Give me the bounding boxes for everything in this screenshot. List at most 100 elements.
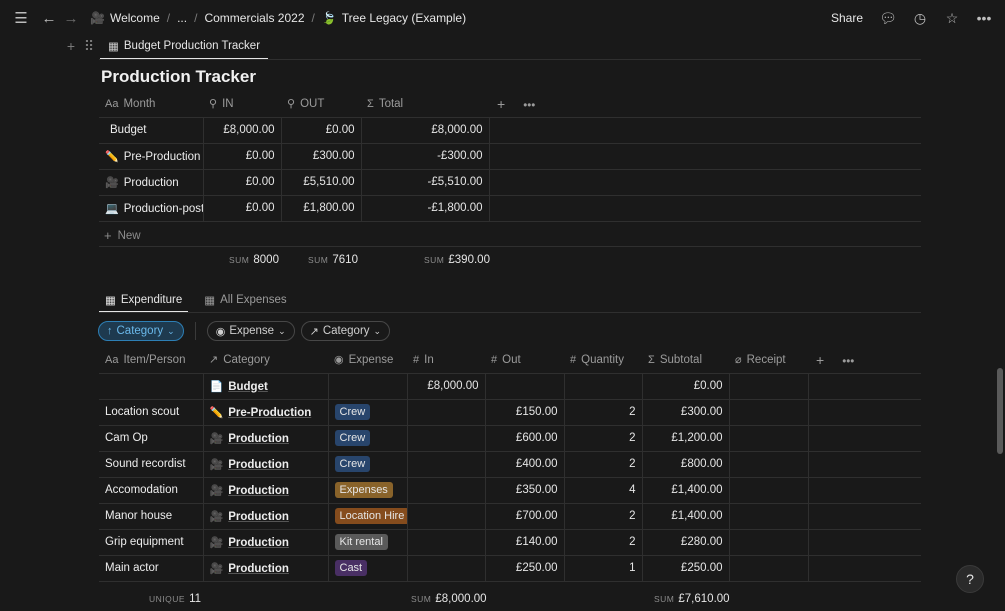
expense-tag[interactable]: Kit rental bbox=[334, 534, 388, 550]
quantity-cell[interactable]: 2 bbox=[564, 451, 643, 478]
expense-cell[interactable] bbox=[328, 373, 408, 400]
category-link[interactable]: Production bbox=[228, 433, 289, 445]
sum-subtotal-footer[interactable]: SUM £7,610.00 bbox=[654, 593, 730, 605]
category-cell[interactable]: 🎥 Production bbox=[203, 425, 329, 452]
receipt-cell[interactable] bbox=[729, 555, 809, 582]
table-row[interactable]: Sound recordist 🎥 Production Crew £400.00 2 £8… bbox=[99, 451, 921, 478]
category-cell[interactable]: 🎥 Production bbox=[203, 451, 329, 478]
unique-count[interactable]: UNIQUE 11 bbox=[149, 593, 201, 605]
sum-in[interactable]: SUM 8000 bbox=[229, 254, 279, 266]
clock-icon[interactable]: ◷ bbox=[909, 10, 931, 27]
receipt-cell[interactable] bbox=[729, 425, 809, 452]
new-row-button[interactable]: + New bbox=[104, 228, 141, 243]
expense-cell[interactable]: Crew bbox=[328, 451, 408, 478]
subtotal-cell[interactable]: £1,200.00 bbox=[642, 425, 730, 452]
more-icon[interactable]: ••• bbox=[973, 10, 995, 26]
in-cell[interactable] bbox=[407, 503, 486, 530]
column-header-month[interactable]: Aa Month bbox=[99, 91, 203, 118]
item-cell[interactable]: Accomodation bbox=[99, 477, 204, 504]
out-cell[interactable]: £1,800.00 bbox=[281, 195, 362, 222]
subtotal-cell[interactable]: £1,400.00 bbox=[642, 503, 730, 530]
item-cell[interactable] bbox=[99, 373, 204, 400]
column-header-expense[interactable]: ◉ Expense bbox=[328, 347, 407, 374]
total-cell[interactable]: -£5,510.00 bbox=[361, 169, 490, 196]
drag-handle-icon[interactable]: ⠿ bbox=[80, 38, 98, 55]
out-cell[interactable]: £600.00 bbox=[485, 425, 565, 452]
in-cell[interactable] bbox=[407, 399, 486, 426]
row-name-cell[interactable]: 🎥 Production bbox=[99, 169, 204, 196]
total-cell[interactable]: £8,000.00 bbox=[361, 117, 490, 144]
add-column-icon[interactable]: + bbox=[497, 96, 505, 112]
receipt-cell[interactable] bbox=[729, 477, 809, 504]
filter-category-pill[interactable]: ↗ Category ⌄ bbox=[300, 321, 391, 341]
back-arrow-icon[interactable]: ← bbox=[38, 10, 60, 27]
filter-expense-pill[interactable]: ◉ Expense ⌄ bbox=[206, 321, 295, 341]
tab-expenditure[interactable]: ▦ Expenditure bbox=[99, 288, 189, 313]
subtotal-cell[interactable]: £300.00 bbox=[642, 399, 730, 426]
receipt-cell[interactable] bbox=[729, 451, 809, 478]
tab-all-expenses[interactable]: ▦ All Expenses bbox=[198, 288, 292, 312]
out-cell[interactable]: £700.00 bbox=[485, 503, 565, 530]
quantity-cell[interactable]: 1 bbox=[564, 555, 643, 582]
category-link[interactable]: Production bbox=[228, 511, 289, 523]
in-cell[interactable]: £0.00 bbox=[203, 169, 282, 196]
column-header-subtotal[interactable]: Σ Subtotal bbox=[642, 347, 729, 374]
row-name-cell[interactable]: ✏️ Pre-Production bbox=[99, 143, 204, 170]
subtotal-cell[interactable]: £1,400.00 bbox=[642, 477, 730, 504]
out-cell[interactable]: £150.00 bbox=[485, 399, 565, 426]
total-cell[interactable]: -£300.00 bbox=[361, 143, 490, 170]
help-button[interactable]: ? bbox=[956, 565, 984, 593]
table-row[interactable]: Main actor 🎥 Production Cast £250.00 1 £250.00 bbox=[99, 555, 921, 582]
out-cell[interactable]: £400.00 bbox=[485, 451, 565, 478]
quantity-cell[interactable]: 2 bbox=[564, 425, 643, 452]
table-row[interactable]: Location scout ✏️ Pre-Production Crew £150.0… bbox=[99, 399, 921, 426]
breadcrumb-item-commercials[interactable]: Commercials 2022 bbox=[204, 11, 304, 25]
out-cell[interactable]: £5,510.00 bbox=[281, 169, 362, 196]
out-cell[interactable]: £0.00 bbox=[281, 117, 362, 144]
expense-cell[interactable]: Crew bbox=[328, 425, 408, 452]
expense-cell[interactable]: Expenses bbox=[328, 477, 408, 504]
quantity-cell[interactable]: 2 bbox=[564, 503, 643, 530]
subtotal-cell[interactable]: £0.00 bbox=[642, 373, 730, 400]
category-link[interactable]: Pre-Production bbox=[228, 407, 311, 419]
item-cell[interactable]: Cam Op bbox=[99, 425, 204, 452]
item-cell[interactable]: Main actor bbox=[99, 555, 204, 582]
receipt-cell[interactable] bbox=[729, 529, 809, 556]
expense-tag[interactable]: Crew bbox=[334, 404, 371, 420]
out-cell[interactable]: £300.00 bbox=[281, 143, 362, 170]
column-header-quantity[interactable]: # Quantity bbox=[564, 347, 642, 374]
out-cell[interactable]: £250.00 bbox=[485, 555, 565, 582]
add-column-icon[interactable]: + bbox=[816, 352, 824, 368]
share-button[interactable]: Share bbox=[831, 11, 863, 25]
sort-category-pill[interactable]: ↑ Category ⌄ bbox=[98, 321, 184, 341]
receipt-cell[interactable] bbox=[729, 399, 809, 426]
expense-tag[interactable]: Crew bbox=[334, 430, 371, 446]
expense-tag[interactable]: Location Hire bbox=[334, 508, 406, 524]
more-icon[interactable]: ••• bbox=[842, 356, 854, 368]
column-header-total[interactable]: Σ Total bbox=[361, 91, 489, 118]
in-cell[interactable]: £8,000.00 bbox=[203, 117, 282, 144]
in-cell[interactable] bbox=[407, 425, 486, 452]
item-cell[interactable]: Sound recordist bbox=[99, 451, 204, 478]
quantity-cell[interactable]: 4 bbox=[564, 477, 643, 504]
in-cell[interactable] bbox=[407, 477, 486, 504]
category-cell[interactable]: 🎥 Production bbox=[203, 503, 329, 530]
column-header-in[interactable]: ⚲ IN bbox=[203, 91, 281, 118]
expense-cell[interactable]: Kit rental bbox=[328, 529, 408, 556]
scrollbar[interactable] bbox=[997, 368, 1003, 454]
item-cell[interactable]: Grip equipment bbox=[99, 529, 204, 556]
column-header-out[interactable]: # Out bbox=[485, 347, 564, 374]
category-link[interactable]: Production bbox=[228, 537, 289, 549]
row-name-cell[interactable]: Budget bbox=[99, 117, 204, 144]
category-cell[interactable]: ✏️ Pre-Production bbox=[203, 399, 329, 426]
table-row[interactable]: 💻 Production-post £0.00 £1,800.00 -£1,800… bbox=[99, 195, 921, 222]
in-cell[interactable] bbox=[407, 529, 486, 556]
in-cell[interactable]: £0.00 bbox=[203, 195, 282, 222]
breadcrumb-item-ellipsis[interactable]: ... bbox=[177, 11, 187, 25]
table-row[interactable]: Cam Op 🎥 Production Crew £600.00 2 £1,200.00 bbox=[99, 425, 921, 452]
category-cell[interactable]: 📄 Budget bbox=[203, 373, 329, 400]
table-row[interactable]: Grip equipment 🎥 Production Kit rental £140.… bbox=[99, 529, 921, 556]
expense-tag[interactable]: Cast bbox=[334, 560, 368, 576]
table-row[interactable]: 🎥 Production £0.00 £5,510.00 -£5,510.00 bbox=[99, 169, 921, 196]
table-row[interactable]: Accomodation 🎥 Production Expenses £350.00 4 £… bbox=[99, 477, 921, 504]
